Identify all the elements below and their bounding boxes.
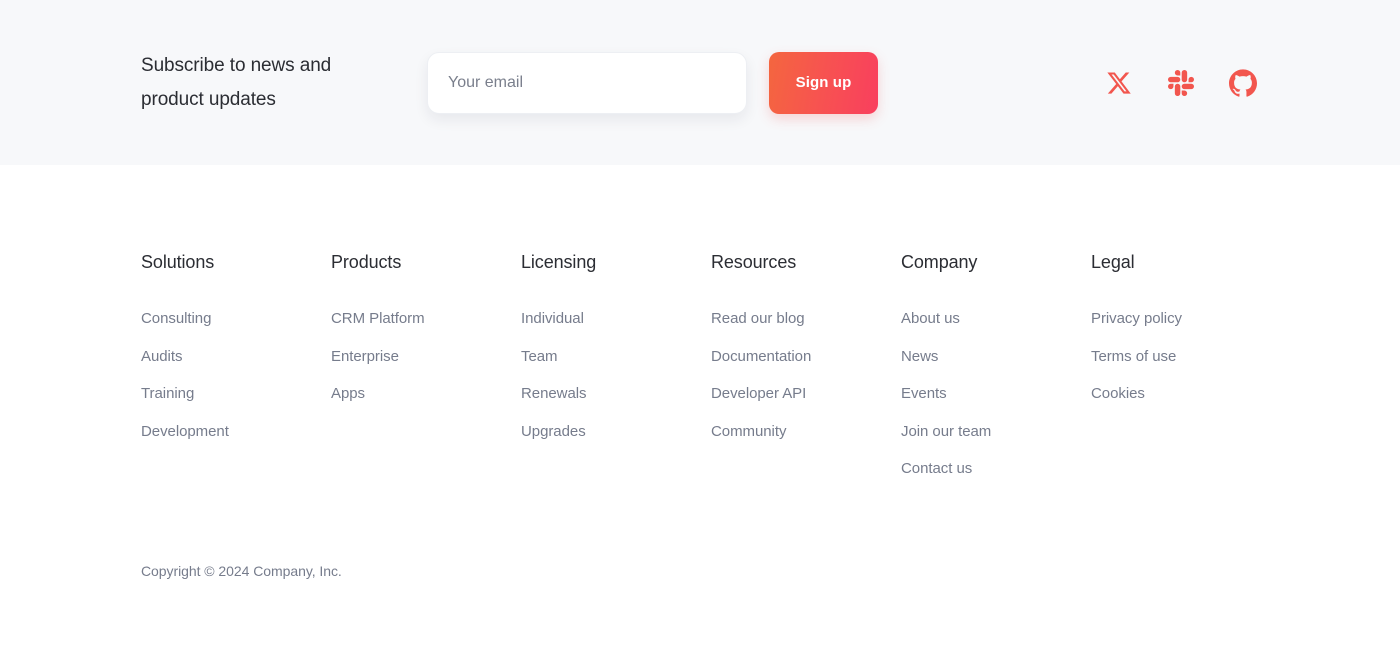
footer-link[interactable]: Upgrades [521, 413, 711, 451]
footer-column-heading: Solutions [141, 252, 331, 273]
footer-column: Products CRM PlatformEnterpriseApps [331, 252, 521, 488]
subscribe-heading: Subscribe to news and product updates [141, 49, 391, 117]
footer-column-heading: Legal [1091, 252, 1281, 273]
footer-link-columns: SolutionsConsultingAuditsTrainingDevelop… [0, 165, 1400, 488]
x-icon[interactable] [1103, 67, 1135, 99]
footer-column: Legal Privacy policyTerms of useCookies [1091, 252, 1281, 488]
footer-column-heading: Company [901, 252, 1091, 273]
footer-link[interactable]: Documentation [711, 338, 901, 376]
footer-link[interactable]: Enterprise [331, 338, 521, 376]
site-footer: Subscribe to news and product updates Si… [0, 0, 1400, 657]
social-links [1103, 67, 1259, 99]
footer-column: Company About usNewsEventsJoin our teamCo… [901, 252, 1091, 488]
footer-column: Resources Read our blogDocumentationDevel… [711, 252, 901, 488]
footer-link[interactable]: About us [901, 300, 1091, 338]
footer-link[interactable]: Audits [141, 338, 331, 376]
footer-link[interactable]: Training [141, 375, 331, 413]
footer-link[interactable]: Community [711, 413, 901, 451]
footer-link[interactable]: Apps [331, 375, 521, 413]
footer-link[interactable]: Privacy policy [1091, 300, 1281, 338]
copyright-text: Copyright © 2024 Company, Inc. [0, 563, 1400, 579]
footer-link[interactable]: Terms of use [1091, 338, 1281, 376]
subscribe-band: Subscribe to news and product updates Si… [0, 0, 1400, 165]
footer-link[interactable]: Contact us [901, 450, 1091, 488]
footer-column-heading: Resources [711, 252, 901, 273]
footer-column: Licensing IndividualTeamRenewalsUpgrades [521, 252, 711, 488]
footer-link[interactable]: Consulting [141, 300, 331, 338]
footer-column: Solutions ConsultingAuditsTrainingDevelop… [141, 252, 331, 488]
footer-link[interactable]: Individual [521, 300, 711, 338]
github-icon[interactable] [1227, 67, 1259, 99]
github-icon-glyph [1229, 69, 1257, 97]
x-icon-glyph [1106, 70, 1132, 96]
slack-icon-glyph [1168, 70, 1194, 96]
footer-link[interactable]: Development [141, 413, 331, 451]
footer-link[interactable]: Developer API [711, 375, 901, 413]
signup-button[interactable]: Sign up [769, 52, 878, 114]
footer-link[interactable]: News [901, 338, 1091, 376]
footer-link[interactable]: Events [901, 375, 1091, 413]
footer-link[interactable]: CRM Platform [331, 300, 521, 338]
footer-link[interactable]: Join our team [901, 413, 1091, 451]
footer-link[interactable]: Read our blog [711, 300, 901, 338]
footer-column-heading: Products [331, 252, 521, 273]
footer-column-heading: Licensing [521, 252, 711, 273]
footer-link[interactable]: Renewals [521, 375, 711, 413]
subscribe-inner: Subscribe to news and product updates Si… [141, 49, 1259, 117]
email-field[interactable] [427, 52, 747, 114]
email-input[interactable] [448, 74, 726, 92]
footer-link[interactable]: Cookies [1091, 375, 1281, 413]
footer-link[interactable]: Team [521, 338, 711, 376]
slack-icon[interactable] [1165, 67, 1197, 99]
